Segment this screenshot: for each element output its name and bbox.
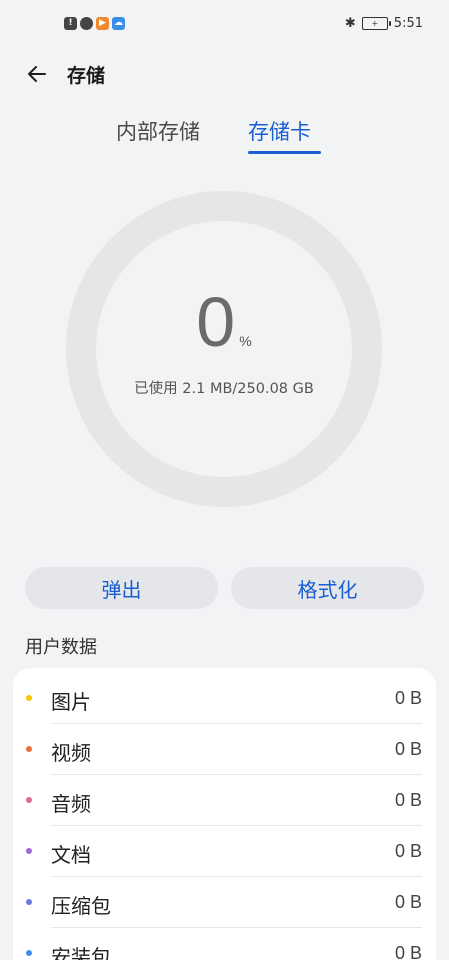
bluetooth-icon: ✱ bbox=[344, 16, 356, 31]
alert-icon: ! bbox=[64, 17, 77, 30]
usage-percent: 0% bbox=[66, 287, 382, 357]
audio-dot bbox=[26, 797, 32, 803]
documents-dot bbox=[26, 848, 32, 854]
item-size: 0 B bbox=[394, 688, 422, 708]
item-size: 0 B bbox=[394, 790, 422, 810]
videos-dot bbox=[26, 746, 32, 752]
tab-storage-card[interactable]: 存储卡 bbox=[248, 116, 311, 146]
status-right: ✱ + 5:51 bbox=[345, 16, 423, 31]
user-data-list: 图片 0 B 视频 0 B 音频 0 B 文档 0 B 压缩包 0 B 安装包 … bbox=[13, 668, 436, 960]
section-title: 用户数据 bbox=[25, 637, 97, 658]
eject-button[interactable]: 弹出 bbox=[25, 567, 218, 609]
item-size: 0 B bbox=[394, 841, 422, 861]
item-label: 压缩包 bbox=[51, 894, 111, 918]
list-item-videos[interactable]: 视频 0 B bbox=[13, 724, 436, 775]
status-bar: ! ▶ ☁ ✱ + 5:51 bbox=[0, 0, 449, 50]
media-icon: ▶ bbox=[96, 17, 109, 30]
page-title: 存储 bbox=[67, 65, 106, 87]
item-label: 视频 bbox=[51, 741, 91, 765]
cloud-icon: ☁ bbox=[112, 17, 125, 30]
tab-internal-storage[interactable]: 内部存储 bbox=[116, 116, 200, 146]
item-label: 文档 bbox=[51, 843, 91, 867]
notification-icons: ! ▶ ☁ bbox=[64, 17, 125, 30]
list-item-packages[interactable]: 安装包 0 B bbox=[13, 928, 436, 960]
back-arrow-icon bbox=[28, 66, 46, 82]
item-size: 0 B bbox=[394, 892, 422, 912]
archives-dot bbox=[26, 899, 32, 905]
clock: 5:51 bbox=[393, 16, 423, 31]
list-item-images[interactable]: 图片 0 B bbox=[13, 673, 436, 724]
format-button[interactable]: 格式化 bbox=[231, 567, 424, 609]
item-size: 0 B bbox=[394, 739, 422, 759]
usage-ring: 0% 已使用 2.1 MB/250.08 GB bbox=[66, 191, 382, 507]
item-size: 0 B bbox=[394, 943, 422, 960]
item-label: 图片 bbox=[51, 690, 91, 714]
storage-tabs: 内部存储 存储卡 bbox=[0, 116, 449, 160]
images-dot bbox=[26, 695, 32, 701]
packages-dot bbox=[26, 950, 32, 956]
list-item-archives[interactable]: 压缩包 0 B bbox=[13, 877, 436, 928]
item-label: 安装包 bbox=[51, 945, 111, 960]
battery-icon: + bbox=[361, 17, 391, 30]
list-item-documents[interactable]: 文档 0 B bbox=[13, 826, 436, 877]
active-tab-indicator bbox=[248, 151, 321, 154]
usage-detail: 已使用 2.1 MB/250.08 GB bbox=[134, 381, 314, 397]
list-item-audio[interactable]: 音频 0 B bbox=[13, 775, 436, 826]
app-header: 存储 bbox=[0, 52, 449, 96]
item-label: 音频 bbox=[51, 792, 91, 816]
back-button[interactable] bbox=[22, 59, 52, 89]
percent-sign: % bbox=[239, 333, 252, 349]
message-icon bbox=[80, 17, 93, 30]
usage-percent-value: 0 bbox=[196, 283, 236, 361]
